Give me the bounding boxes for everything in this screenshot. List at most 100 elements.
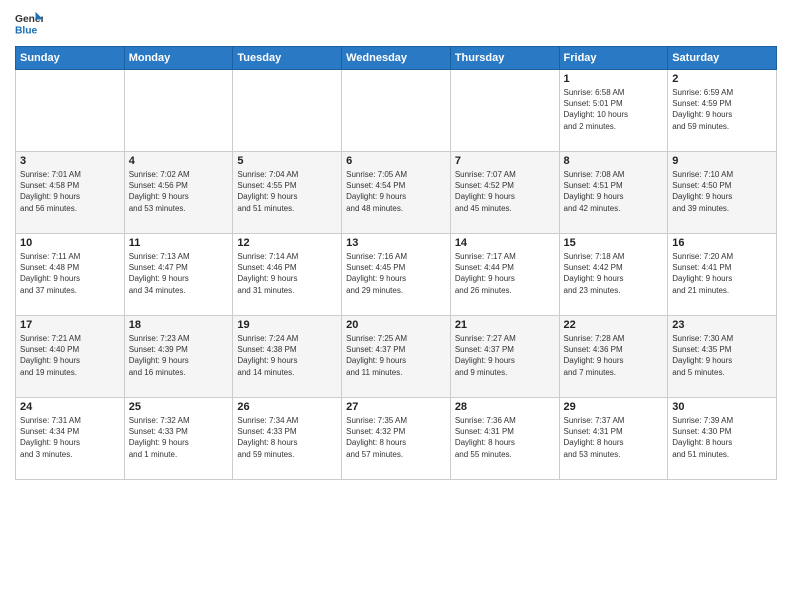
day-info: Sunrise: 7:05 AM Sunset: 4:54 PM Dayligh… <box>346 169 446 214</box>
calendar-cell: 18 Sunrise: 7:23 AM Sunset: 4:39 PM Dayli… <box>124 316 233 398</box>
day-info: Sunrise: 7:25 AM Sunset: 4:37 PM Dayligh… <box>346 333 446 378</box>
day-number: 11 <box>129 237 229 249</box>
weekday-header-friday: Friday <box>559 47 668 70</box>
day-info: Sunrise: 7:08 AM Sunset: 4:51 PM Dayligh… <box>564 169 664 214</box>
day-number: 2 <box>672 73 772 85</box>
day-info: Sunrise: 7:34 AM Sunset: 4:33 PM Dayligh… <box>237 415 337 460</box>
day-info: Sunrise: 7:39 AM Sunset: 4:30 PM Dayligh… <box>672 415 772 460</box>
day-number: 10 <box>20 237 120 249</box>
day-number: 26 <box>237 401 337 413</box>
day-number: 12 <box>237 237 337 249</box>
day-info: Sunrise: 7:02 AM Sunset: 4:56 PM Dayligh… <box>129 169 229 214</box>
svg-text:Blue: Blue <box>15 25 38 36</box>
day-number: 30 <box>672 401 772 413</box>
weekday-header-saturday: Saturday <box>668 47 777 70</box>
day-number: 27 <box>346 401 446 413</box>
calendar-cell <box>233 70 342 152</box>
calendar-table: SundayMondayTuesdayWednesdayThursdayFrid… <box>15 46 777 480</box>
day-info: Sunrise: 7:37 AM Sunset: 4:31 PM Dayligh… <box>564 415 664 460</box>
day-info: Sunrise: 7:18 AM Sunset: 4:42 PM Dayligh… <box>564 251 664 296</box>
week-row-4: 17 Sunrise: 7:21 AM Sunset: 4:40 PM Dayli… <box>16 316 777 398</box>
day-number: 16 <box>672 237 772 249</box>
calendar-cell: 27 Sunrise: 7:35 AM Sunset: 4:32 PM Dayli… <box>342 398 451 480</box>
weekday-header-monday: Monday <box>124 47 233 70</box>
calendar-cell: 1 Sunrise: 6:58 AM Sunset: 5:01 PM Daylig… <box>559 70 668 152</box>
day-number: 15 <box>564 237 664 249</box>
weekday-header-wednesday: Wednesday <box>342 47 451 70</box>
calendar-cell: 26 Sunrise: 7:34 AM Sunset: 4:33 PM Dayli… <box>233 398 342 480</box>
calendar-cell: 14Sunrise: 7:17 AM Sunset: 4:44 PM Dayli… <box>450 234 559 316</box>
day-number: 29 <box>564 401 664 413</box>
weekday-header-sunday: Sunday <box>16 47 125 70</box>
day-info: Sunrise: 7:21 AM Sunset: 4:40 PM Dayligh… <box>20 333 120 378</box>
day-info: Sunrise: 7:11 AM Sunset: 4:48 PM Dayligh… <box>20 251 120 296</box>
day-number: 7 <box>455 155 555 167</box>
day-number: 18 <box>129 319 229 331</box>
week-row-1: 1 Sunrise: 6:58 AM Sunset: 5:01 PM Daylig… <box>16 70 777 152</box>
day-info: Sunrise: 7:20 AM Sunset: 4:41 PM Dayligh… <box>672 251 772 296</box>
calendar-cell: 15 Sunrise: 7:18 AM Sunset: 4:42 PM Dayli… <box>559 234 668 316</box>
calendar-cell <box>450 70 559 152</box>
weekday-header-tuesday: Tuesday <box>233 47 342 70</box>
calendar-cell: 30 Sunrise: 7:39 AM Sunset: 4:30 PM Dayli… <box>668 398 777 480</box>
day-number: 17 <box>20 319 120 331</box>
day-info: Sunrise: 6:58 AM Sunset: 5:01 PM Dayligh… <box>564 87 664 132</box>
calendar-cell: 16 Sunrise: 7:20 AM Sunset: 4:41 PM Dayli… <box>668 234 777 316</box>
calendar-cell: 13Sunrise: 7:16 AM Sunset: 4:45 PM Dayli… <box>342 234 451 316</box>
logo-icon: General Blue <box>15 10 43 38</box>
day-info: Sunrise: 7:28 AM Sunset: 4:36 PM Dayligh… <box>564 333 664 378</box>
calendar-cell: 8 Sunrise: 7:08 AM Sunset: 4:51 PM Daylig… <box>559 152 668 234</box>
calendar-cell: 22 Sunrise: 7:28 AM Sunset: 4:36 PM Dayli… <box>559 316 668 398</box>
calendar-cell: 28Sunrise: 7:36 AM Sunset: 4:31 PM Dayli… <box>450 398 559 480</box>
day-number: 8 <box>564 155 664 167</box>
header: General Blue <box>15 10 777 38</box>
day-info: Sunrise: 6:59 AM Sunset: 4:59 PM Dayligh… <box>672 87 772 132</box>
week-row-3: 10 Sunrise: 7:11 AM Sunset: 4:48 PM Dayli… <box>16 234 777 316</box>
week-row-2: 3 Sunrise: 7:01 AM Sunset: 4:58 PM Daylig… <box>16 152 777 234</box>
calendar-cell: 12Sunrise: 7:14 AM Sunset: 4:46 PM Dayli… <box>233 234 342 316</box>
day-number: 24 <box>20 401 120 413</box>
day-number: 9 <box>672 155 772 167</box>
day-number: 22 <box>564 319 664 331</box>
day-info: Sunrise: 7:36 AM Sunset: 4:31 PM Dayligh… <box>455 415 555 460</box>
weekday-header-row: SundayMondayTuesdayWednesdayThursdayFrid… <box>16 47 777 70</box>
day-info: Sunrise: 7:32 AM Sunset: 4:33 PM Dayligh… <box>129 415 229 460</box>
day-info: Sunrise: 7:24 AM Sunset: 4:38 PM Dayligh… <box>237 333 337 378</box>
weekday-header-thursday: Thursday <box>450 47 559 70</box>
calendar-cell <box>16 70 125 152</box>
day-number: 1 <box>564 73 664 85</box>
day-number: 20 <box>346 319 446 331</box>
calendar-cell: 24Sunrise: 7:31 AM Sunset: 4:34 PM Dayli… <box>16 398 125 480</box>
day-info: Sunrise: 7:07 AM Sunset: 4:52 PM Dayligh… <box>455 169 555 214</box>
calendar-cell: 7 Sunrise: 7:07 AM Sunset: 4:52 PM Daylig… <box>450 152 559 234</box>
calendar-cell: 9Sunrise: 7:10 AM Sunset: 4:50 PM Daylig… <box>668 152 777 234</box>
calendar-cell: 3 Sunrise: 7:01 AM Sunset: 4:58 PM Daylig… <box>16 152 125 234</box>
day-info: Sunrise: 7:04 AM Sunset: 4:55 PM Dayligh… <box>237 169 337 214</box>
calendar-cell: 25 Sunrise: 7:32 AM Sunset: 4:33 PM Dayli… <box>124 398 233 480</box>
day-number: 4 <box>129 155 229 167</box>
calendar-cell: 10 Sunrise: 7:11 AM Sunset: 4:48 PM Dayli… <box>16 234 125 316</box>
day-number: 5 <box>237 155 337 167</box>
calendar-cell: 19 Sunrise: 7:24 AM Sunset: 4:38 PM Dayli… <box>233 316 342 398</box>
day-info: Sunrise: 7:30 AM Sunset: 4:35 PM Dayligh… <box>672 333 772 378</box>
day-number: 25 <box>129 401 229 413</box>
day-info: Sunrise: 7:23 AM Sunset: 4:39 PM Dayligh… <box>129 333 229 378</box>
day-number: 6 <box>346 155 446 167</box>
calendar-cell: 5 Sunrise: 7:04 AM Sunset: 4:55 PM Daylig… <box>233 152 342 234</box>
calendar-cell: 20 Sunrise: 7:25 AM Sunset: 4:37 PM Dayli… <box>342 316 451 398</box>
day-number: 3 <box>20 155 120 167</box>
calendar-cell: 23 Sunrise: 7:30 AM Sunset: 4:35 PM Dayli… <box>668 316 777 398</box>
calendar-cell: 4 Sunrise: 7:02 AM Sunset: 4:56 PM Daylig… <box>124 152 233 234</box>
week-row-5: 24Sunrise: 7:31 AM Sunset: 4:34 PM Dayli… <box>16 398 777 480</box>
calendar-cell: 6 Sunrise: 7:05 AM Sunset: 4:54 PM Daylig… <box>342 152 451 234</box>
page-container: General Blue SundayMondayTuesdayWednesda… <box>0 0 792 485</box>
calendar-cell <box>342 70 451 152</box>
logo: General Blue <box>15 10 43 38</box>
day-number: 23 <box>672 319 772 331</box>
day-info: Sunrise: 7:16 AM Sunset: 4:45 PM Dayligh… <box>346 251 446 296</box>
day-info: Sunrise: 7:13 AM Sunset: 4:47 PM Dayligh… <box>129 251 229 296</box>
day-info: Sunrise: 7:01 AM Sunset: 4:58 PM Dayligh… <box>20 169 120 214</box>
day-info: Sunrise: 7:17 AM Sunset: 4:44 PM Dayligh… <box>455 251 555 296</box>
day-number: 19 <box>237 319 337 331</box>
day-info: Sunrise: 7:35 AM Sunset: 4:32 PM Dayligh… <box>346 415 446 460</box>
